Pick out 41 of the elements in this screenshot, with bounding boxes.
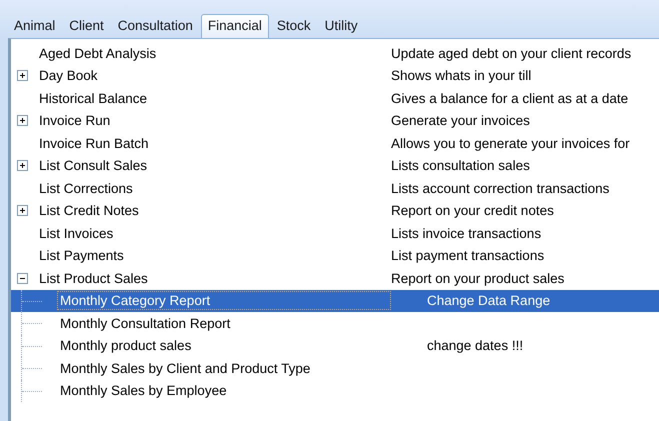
tree-item[interactable]: Monthly Consultation Report	[57, 314, 234, 333]
tree-item[interactable]: Invoice Run	[36, 111, 114, 130]
tab[interactable]: Financial	[200, 14, 269, 39]
tree-item[interactable]: Monthly Category Report	[57, 291, 391, 310]
tree-item[interactable]: Monthly Sales by Client and Product Type	[57, 358, 314, 378]
item-description: Report on your product sales	[391, 270, 564, 286]
item-description: Lists consultation sales	[391, 158, 530, 174]
expand-icon[interactable]	[16, 160, 28, 172]
item-description: Lists invoice transactions	[391, 226, 542, 241]
tree-item[interactable]: List Corrections	[36, 178, 136, 198]
tree-item[interactable]: List Credit Notes	[36, 201, 142, 220]
tab[interactable]: Animal	[8, 14, 62, 38]
item-description: Change Data Range	[427, 293, 550, 308]
tab[interactable]: Client	[63, 14, 110, 38]
tree-item[interactable]: Day Book	[36, 66, 101, 86]
tab[interactable]: Stock	[270, 14, 317, 38]
expand-icon[interactable]	[16, 115, 28, 126]
tree-item[interactable]: Monthly product sales	[57, 336, 194, 356]
tree-item[interactable]: Monthly Sales by Employee	[57, 381, 230, 400]
tree-item[interactable]: List Invoices	[36, 224, 116, 243]
tree-item[interactable]: Aged Debt Analysis	[36, 44, 160, 63]
item-description: Report on your credit notes	[391, 203, 554, 218]
tree-item[interactable]: List Consult Sales	[36, 156, 150, 176]
item-description: Lists account correction transactions	[391, 180, 610, 196]
item-description: Generate your invoices	[391, 113, 530, 128]
item-description: Gives a balance for a client as at a date	[391, 90, 628, 106]
item-description: Update aged debt on your client records	[391, 46, 632, 61]
expand-icon[interactable]	[16, 205, 28, 216]
item-description: change dates !!!	[427, 338, 524, 354]
collapse-icon[interactable]	[16, 272, 28, 284]
tree-item[interactable]: Invoice Run Batch	[36, 134, 152, 153]
tree-item[interactable]: List Product Sales	[36, 268, 151, 288]
tab[interactable]: Consultation	[112, 14, 199, 38]
selected-row[interactable]: Monthly Category Report Change Data Range	[11, 290, 659, 312]
item-description: Allows you to generate your invoices for	[391, 136, 630, 151]
tab[interactable]: Utility	[318, 14, 364, 38]
tree-item[interactable]: List Payments	[36, 246, 127, 266]
tree-item[interactable]: Historical Balance	[36, 88, 150, 108]
item-description: Shows whats in your till	[391, 68, 532, 84]
expand-icon[interactable]	[16, 70, 28, 82]
item-description: List payment transactions	[391, 248, 544, 264]
